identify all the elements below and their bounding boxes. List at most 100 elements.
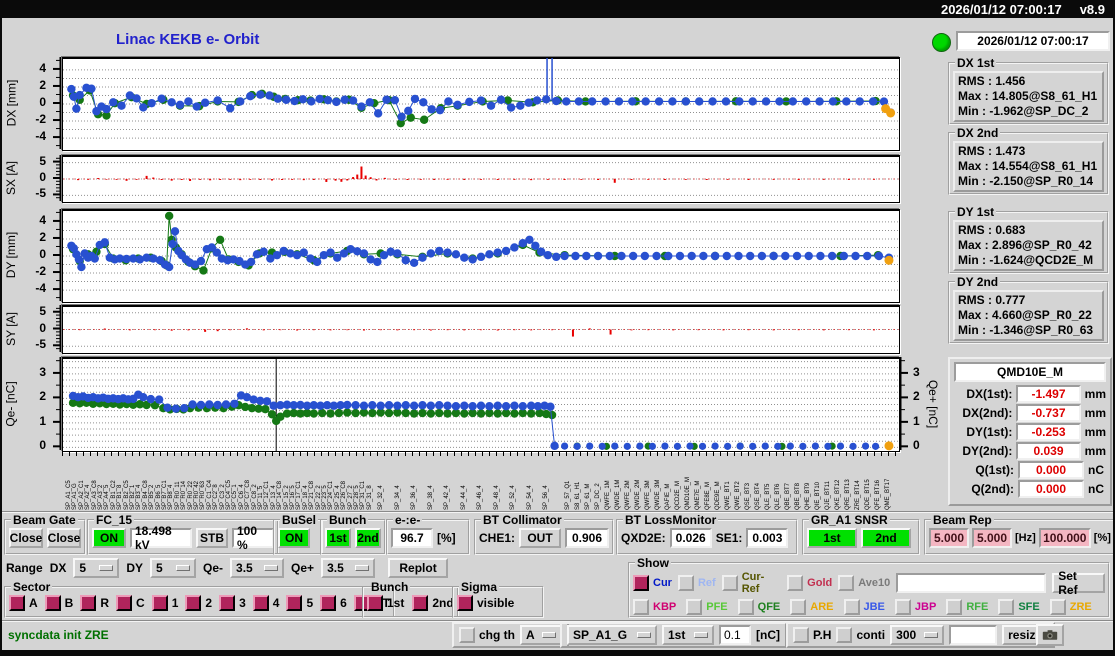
y-tick-label: 2 [39,77,46,92]
bpm-name-label: SP_B1_8 [117,484,124,510]
chg-th-checkbox[interactable]: chg th [459,627,515,643]
acquisition-panel: P.H conti 300 resize [786,622,1056,648]
checkbox-icon [790,599,807,615]
dy-1st-stats-box: DY 1st RMS : 0.683 Max : 2.896@SP_R0_42 … [948,205,1109,274]
bpm-name-label: QLE_BT6 [775,483,781,510]
range-dx-select[interactable]: 5 [73,558,120,578]
gr-2nd-button[interactable]: 2nd [861,528,911,548]
readout-label: DY(1st): [966,424,1013,439]
dx-1st-stats-box: DX 1st RMS : 1.456 Max : 14.805@S8_61_H1… [948,56,1109,125]
bunch-1st-button[interactable]: 1st [325,528,351,548]
show-cur-checkbox[interactable]: Cur [633,575,672,591]
bpm-name-label: SP_32_4 [378,485,384,510]
bpm-name-label: QFE8E_M [705,481,711,510]
busel-on-button[interactable]: ON [278,528,310,548]
fc15-on-button[interactable]: ON [92,528,126,548]
bpm-name-label: SP_15_2 [283,485,290,510]
sector-checkbox-3[interactable]: 3 [219,595,246,611]
beam-rep-group: Beam Rep 5.000 5.000 [Hz] 100.000 [%] [924,513,1115,555]
fc15-stb-button[interactable]: STB [196,528,228,548]
y-tick-label: 2 [39,229,46,244]
bpm-name-label: SP_52_4 [510,485,516,510]
sigma-visible-checkbox[interactable]: visible [457,595,514,611]
show-qfe-checkbox[interactable]: QFE [737,599,780,615]
threshold-input[interactable] [719,625,751,645]
group-title: Show [637,556,669,570]
show-kbp-checkbox[interactable]: KBP [633,599,676,615]
range-dy-select[interactable]: 5 [150,558,197,578]
checkbox-icon [9,595,25,611]
sector-checkbox-a[interactable]: A [9,595,38,611]
bunch-2nd-checkbox[interactable]: 2nd [412,595,454,611]
sector-checkbox-r[interactable]: R [80,595,109,611]
bunch-select[interactable]: 1st [662,625,714,645]
show-jbe-checkbox[interactable]: JBE [843,599,885,615]
count-select[interactable]: 300 [890,625,945,645]
bpm-name-label: QSE_BT3 [745,482,751,510]
checkbox-icon [320,595,337,611]
beam-rep-percent-unit: [%] [1093,532,1111,544]
show-ref-checkbox[interactable]: Ref [677,575,716,591]
dy-axis-title: DY [mm] [4,231,19,279]
sx-plot [62,155,900,203]
readout-value: -0.737 [1016,403,1081,422]
sy-axis-ticks: 5 0 -5 [20,304,48,352]
sx-axis-ticks: 5 0 -5 [20,154,48,201]
x-tick-marks [62,452,898,456]
sy-axis-line [53,305,62,352]
camera-button[interactable] [1036,624,1064,646]
sector-checkbox-5[interactable]: 5 [286,595,313,611]
bpm-name-label: SP_31_8 [366,485,373,510]
sector-checkbox-6[interactable]: 6 [320,595,347,611]
option-menu-glyph [264,565,279,571]
bpm-name-label: SP_B2_C5 [123,480,130,510]
checkbox-icon [946,599,963,615]
bpm-name-label: SP_54_4 [526,485,533,510]
ph-checkbox[interactable]: P.H [793,627,831,643]
gr-1st-button[interactable]: 1st [807,528,857,548]
conti-checkbox[interactable]: conti [836,627,885,643]
show-ave10-checkbox[interactable]: Ave10 [838,575,890,591]
show-zre-checkbox[interactable]: ZRE [1049,599,1092,615]
set-ref-button[interactable]: Set Ref [1052,569,1105,597]
bpm-name-label: SP_C6_4 [238,484,245,510]
sector-checkbox-c[interactable]: C [116,595,145,611]
bpm-name-label: SP_57_Q1 [565,480,571,510]
checkbox-icon [894,599,911,615]
dx-2nd-stats-box: DX 2nd RMS : 1.473 Max : 14.554@S8_61_H1… [948,126,1109,195]
option-menu-glyph [924,632,939,638]
che1-out-button[interactable]: OUT [519,528,562,548]
show-jbp-checkbox[interactable]: JBP [894,599,936,615]
readout-value: -1.497 [1016,384,1081,403]
range-qe-plus-select[interactable]: 3.5 [321,558,376,578]
sector-checkbox-b[interactable]: B [44,595,73,611]
ref-file-input[interactable] [896,573,1047,593]
bpm-select[interactable]: SP_A1_G [567,625,657,645]
beam-gate-close-1-button[interactable]: Close [9,528,43,548]
sector-select[interactable]: A [520,625,562,645]
range-dy-label: DY [126,561,144,575]
count-input[interactable] [949,625,998,645]
show-are-checkbox[interactable]: ARE [790,599,834,615]
sector-checkbox-1[interactable]: 1 [151,595,178,611]
show-pfe-checkbox[interactable]: PFE [686,599,728,615]
checkbox-icon [44,595,61,611]
replot-button[interactable]: Replot [388,558,449,578]
bunch-2nd-button[interactable]: 2nd [355,528,381,548]
show-cur-ref-checkbox[interactable]: Cur-Ref [721,571,781,595]
bpm-name-label: SP_B5_2 [149,484,156,510]
range-qe-minus-select[interactable]: 3.5 [230,558,285,578]
show-gold-checkbox[interactable]: Gold [787,575,832,591]
beam-gate-close-2-button[interactable]: Close [47,528,81,548]
readout-value: 0.039 [1016,441,1081,460]
sector-checkbox-4[interactable]: 4 [252,595,279,611]
group-title: Bunch [329,513,367,527]
show-sfe-checkbox[interactable]: SFE [998,599,1040,615]
bunch-1st-checkbox[interactable]: 1st [367,595,404,611]
show-rfe-checkbox[interactable]: RFE [946,599,988,615]
sector-checkbox-2[interactable]: 2 [185,595,212,611]
range-qe-minus-label: Qe- [203,561,224,575]
qe-plus-axis-line [899,357,908,450]
qe-axis-ticks: 3 2 1 0 [20,357,48,452]
bpm-name-label: QME_BT17 [885,478,891,510]
